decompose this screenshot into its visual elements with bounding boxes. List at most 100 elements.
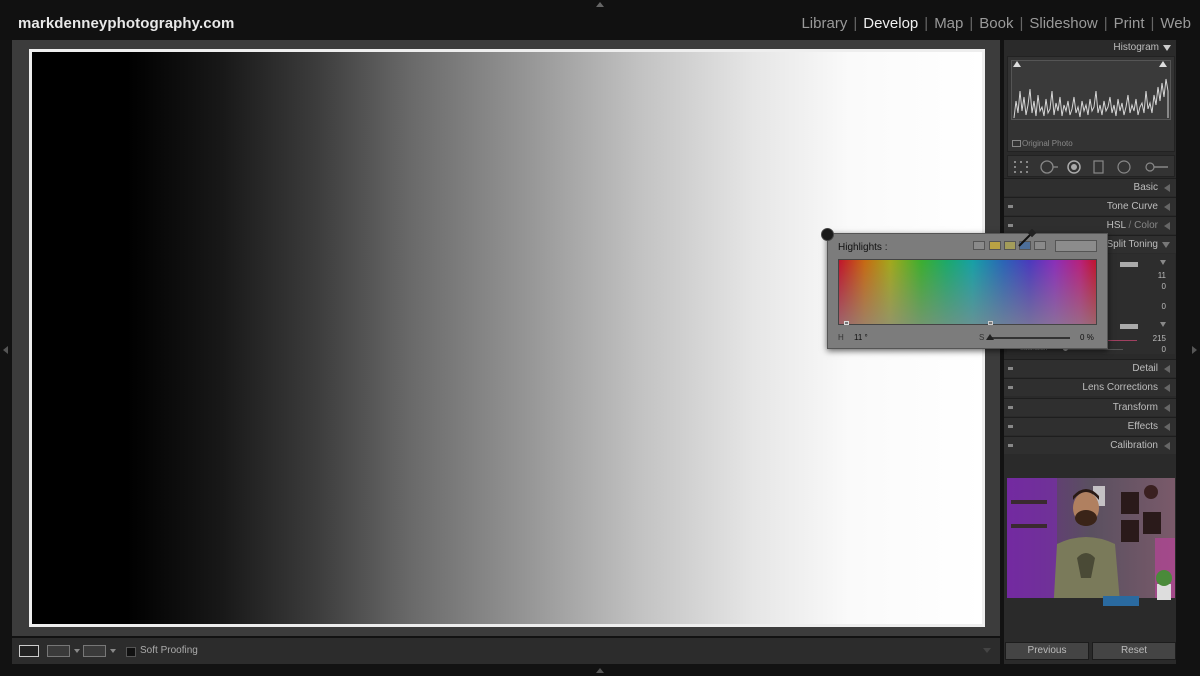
- saturation-label: S: [979, 333, 985, 342]
- soft-proofing-checkbox[interactable]: [126, 647, 136, 657]
- reset-button[interactable]: Reset: [1092, 642, 1176, 660]
- chevron-down-icon[interactable]: [110, 649, 116, 653]
- current-color-swatch: [1055, 240, 1097, 252]
- highlights-color-swatch[interactable]: [1120, 262, 1138, 267]
- eyedropper-icon[interactable]: [1017, 228, 1037, 248]
- popup-pointer-icon: [1097, 258, 1105, 272]
- triangle-down-icon: [1162, 242, 1170, 248]
- panel-header-basic[interactable]: Basic: [1004, 178, 1176, 196]
- shadow-clipping-icon[interactable]: [1013, 61, 1021, 67]
- panel-switch-icon[interactable]: [1008, 224, 1013, 227]
- graduated-filter-icon[interactable]: [1093, 160, 1105, 174]
- triangle-left-icon: [1164, 423, 1170, 431]
- panel-title-detail: Detail: [1132, 363, 1158, 374]
- highlights-hue-value[interactable]: 11: [1158, 271, 1166, 280]
- module-library[interactable]: Library: [800, 15, 848, 32]
- identity-plate: markdenneyphotography.com: [18, 15, 235, 32]
- top-panel-toggle-icon[interactable]: [596, 2, 604, 7]
- module-book[interactable]: Book: [978, 15, 1014, 32]
- balance-value[interactable]: 0: [1162, 302, 1166, 311]
- panel-switch-icon[interactable]: [1008, 205, 1013, 208]
- panel-header-calibration[interactable]: Calibration: [1004, 436, 1176, 454]
- module-print[interactable]: Print: [1113, 15, 1146, 32]
- picker-cursor[interactable]: [988, 321, 993, 325]
- panel-switch-icon[interactable]: [1008, 406, 1013, 409]
- shadows-saturation-slider[interactable]: [1063, 349, 1123, 350]
- module-map[interactable]: Map: [933, 15, 964, 32]
- radial-filter-icon[interactable]: [1116, 160, 1132, 174]
- color-preset-swatch-2[interactable]: [989, 241, 1001, 250]
- left-panel-toggle-icon[interactable]: [3, 346, 8, 354]
- degree-unit: °: [864, 333, 868, 342]
- triangle-left-icon: [1164, 203, 1170, 211]
- hue-value[interactable]: 11 °: [854, 333, 868, 342]
- right-panel-toggle-icon[interactable]: [1192, 346, 1197, 354]
- saturation-slider-thumb[interactable]: [986, 334, 994, 340]
- module-web[interactable]: Web: [1159, 15, 1192, 32]
- panel-header-transform[interactable]: Transform: [1004, 398, 1176, 416]
- highlight-clipping-icon[interactable]: [1159, 61, 1167, 67]
- triangle-down-icon[interactable]: [1160, 322, 1166, 327]
- previous-button[interactable]: Previous: [1005, 642, 1089, 660]
- hue-marker[interactable]: [844, 321, 849, 325]
- chevron-down-icon[interactable]: [74, 649, 80, 653]
- shadows-saturation-value[interactable]: 0: [1162, 345, 1166, 354]
- shadows-hue-value[interactable]: 215: [1153, 334, 1166, 343]
- triangle-left-icon: [1164, 184, 1170, 192]
- crop-icon[interactable]: [1012, 160, 1032, 174]
- bottom-toolbar: Soft Proofing: [12, 638, 1000, 664]
- color-tab[interactable]: Color: [1134, 220, 1158, 231]
- hue-saturation-spectrum[interactable]: [838, 259, 1097, 325]
- panel-switch-icon[interactable]: [1008, 425, 1013, 428]
- saturation-overlay: [839, 260, 1096, 324]
- module-separator: |: [1019, 15, 1024, 32]
- panel-header-tone-curve[interactable]: Tone Curve: [1004, 197, 1176, 215]
- panel-title-effects: Effects: [1127, 421, 1158, 432]
- color-preset-swatch-3[interactable]: [1004, 241, 1016, 250]
- toolbar-content-caret-icon[interactable]: [983, 648, 991, 653]
- shadows-hue-slider[interactable]: [1107, 340, 1137, 341]
- panel-header-effects[interactable]: Effects: [1004, 417, 1176, 435]
- triangle-left-icon: [1164, 365, 1170, 373]
- presenter-video-image: [1007, 478, 1175, 614]
- before-after-button[interactable]: [47, 645, 70, 657]
- panel-switch-icon[interactable]: [1008, 386, 1013, 389]
- histogram-graph[interactable]: [1011, 60, 1171, 120]
- hue-label: H: [838, 333, 844, 342]
- panel-title-transform: Transform: [1112, 402, 1158, 413]
- triangle-down-icon[interactable]: [1160, 260, 1166, 265]
- panel-switch-icon[interactable]: [1008, 444, 1013, 447]
- webcam-overlay: [1007, 478, 1175, 614]
- before-after-swap-button[interactable]: [83, 645, 106, 657]
- triangle-down-icon: [1163, 45, 1171, 51]
- panel-title-hsl: HSL / Color: [1107, 220, 1158, 231]
- hue-number: 11: [854, 333, 863, 342]
- soft-proofing-label: Soft Proofing: [140, 645, 198, 656]
- highlights-saturation-value[interactable]: 0: [1162, 282, 1166, 291]
- shadows-color-swatch[interactable]: [1120, 324, 1138, 329]
- spot-removal-icon[interactable]: [1038, 160, 1060, 174]
- panel-header-detail[interactable]: Detail: [1004, 359, 1176, 377]
- panel-title-lens-corrections: Lens Corrections: [1082, 382, 1158, 393]
- hsl-separator: /: [1125, 220, 1135, 231]
- module-slideshow[interactable]: Slideshow: [1028, 15, 1098, 32]
- bottom-panel-toggle-icon[interactable]: [596, 668, 604, 673]
- module-separator: |: [853, 15, 858, 32]
- triangle-left-icon: [1164, 442, 1170, 450]
- loupe-view-button[interactable]: [19, 645, 39, 657]
- panel-switch-icon[interactable]: [1008, 367, 1013, 370]
- histogram-spikes: [1013, 78, 1169, 119]
- hsl-tab[interactable]: HSL: [1107, 220, 1126, 231]
- panel-title-calibration: Calibration: [1110, 440, 1158, 451]
- triangle-left-icon: [1164, 222, 1170, 230]
- adjustment-brush-icon[interactable]: [1142, 160, 1170, 174]
- close-icon[interactable]: [821, 228, 834, 241]
- saturation-slider-track[interactable]: [990, 337, 1070, 339]
- module-develop[interactable]: Develop: [862, 15, 919, 32]
- color-preset-swatch-1[interactable]: [973, 241, 985, 250]
- red-eye-icon[interactable]: [1066, 160, 1082, 174]
- panel-header-lens-corrections[interactable]: Lens Corrections: [1004, 378, 1176, 396]
- saturation-value[interactable]: 0 %: [1080, 333, 1094, 342]
- original-photo-label: Original Photo: [1022, 139, 1073, 148]
- histogram-header[interactable]: Histogram: [1004, 40, 1176, 56]
